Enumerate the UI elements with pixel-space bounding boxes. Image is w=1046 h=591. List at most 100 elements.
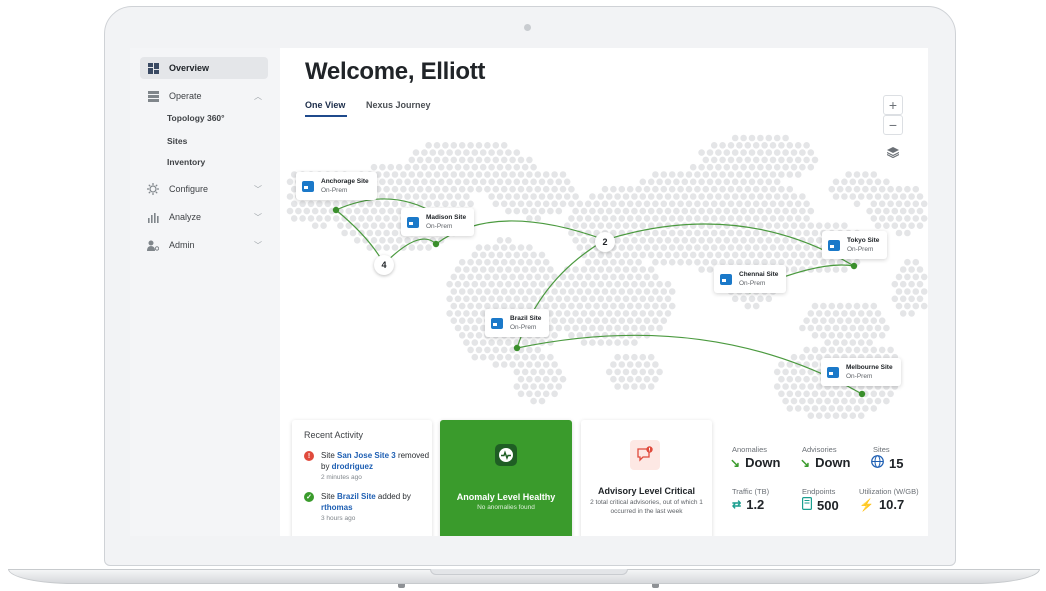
activity-site-link[interactable]: Brazil Site <box>337 492 376 501</box>
map-dot <box>694 171 701 178</box>
zoom-in-button[interactable]: + <box>883 95 903 115</box>
map-dot <box>320 222 327 229</box>
map-dot <box>601 200 609 208</box>
map-dot <box>379 178 386 186</box>
map-dot <box>778 156 785 164</box>
map-dot <box>702 258 710 266</box>
map-dot <box>870 390 878 398</box>
map-dot <box>614 266 621 273</box>
map-dot <box>509 200 516 208</box>
map-dot <box>790 383 798 390</box>
map-dot <box>505 251 512 259</box>
map-dot <box>631 266 638 273</box>
map-dot <box>517 390 525 398</box>
stat-anomalies[interactable]: ↘ Down <box>730 455 780 470</box>
map-dot <box>794 215 802 222</box>
map-dot <box>752 302 760 310</box>
map-dot <box>505 193 512 200</box>
sidebar-item-analyze[interactable]: Analyze ﹀ <box>140 206 268 228</box>
map-dot <box>614 280 621 288</box>
chevron-down-icon[interactable]: ﹀ <box>254 184 262 195</box>
site-card-madison[interactable]: Madison Site On-Prem <box>401 208 475 236</box>
map-dot <box>647 383 655 390</box>
chevron-up-icon[interactable]: ︿ <box>254 91 262 102</box>
map-dot <box>576 215 584 222</box>
site-type: On-Prem <box>846 373 873 380</box>
site-cluster-count[interactable]: 4 <box>374 255 394 275</box>
map-dot <box>794 229 802 237</box>
map-dot <box>534 375 542 383</box>
map-dot <box>811 390 819 398</box>
sidebar-item-operate[interactable]: Operate ︿ <box>140 85 268 107</box>
tab-nexus-journey[interactable]: Nexus Journey <box>366 100 431 110</box>
map-dot <box>832 324 840 332</box>
map-dot <box>530 397 537 405</box>
map-dot <box>857 412 865 420</box>
map-dot <box>618 273 626 281</box>
map-dot <box>500 273 508 281</box>
map-dot <box>836 346 844 354</box>
map-dot <box>698 207 705 215</box>
tab-one-view[interactable]: One View <box>305 100 345 110</box>
map-dot <box>681 207 689 215</box>
map-dot <box>832 310 840 317</box>
map-dot <box>589 207 596 215</box>
map-dot <box>778 390 785 398</box>
map-dot <box>899 266 907 273</box>
map-dot <box>601 273 609 281</box>
map-dot <box>752 142 760 149</box>
map-dot <box>496 266 504 273</box>
sidebar-item-admin[interactable]: Admin ﹀ <box>140 234 268 256</box>
map-dot <box>463 163 470 171</box>
map-dot <box>513 251 521 259</box>
map-dot <box>521 295 529 303</box>
map-dot <box>887 200 894 208</box>
map-dot <box>786 258 794 266</box>
site-card-anchorage[interactable]: Anchorage Site On-Prem <box>296 172 377 200</box>
activity-user-link[interactable]: drodriguez <box>332 462 373 471</box>
map-dot <box>450 185 458 193</box>
sidebar-item-overview[interactable]: Overview <box>140 57 268 79</box>
map-dot <box>433 171 441 178</box>
stat-sites[interactable]: 15 <box>871 455 903 471</box>
anomaly-level-card[interactable]: Anomaly Level Healthy No anomalies found <box>440 420 572 536</box>
site-name: Brazil Site <box>510 315 542 322</box>
map-dot <box>467 346 474 354</box>
stat-traffic[interactable]: ⇄ 1.2 <box>732 497 764 512</box>
map-dot <box>521 207 529 215</box>
map-dot <box>660 317 668 325</box>
chevron-down-icon[interactable]: ﹀ <box>254 240 262 251</box>
map-dot <box>597 193 605 200</box>
site-cluster-count[interactable]: 2 <box>595 232 615 252</box>
map-dot <box>731 251 739 259</box>
map-dot <box>614 310 621 317</box>
activity-site-link[interactable]: San Jose Site 3 <box>337 451 396 460</box>
advisory-level-card[interactable]: Advisory Level Critical 2 total critical… <box>581 420 712 536</box>
site-card-chennai[interactable]: Chennai Site On-Prem <box>714 265 787 293</box>
sidebar-subitem-topology[interactable]: Topology 360° <box>167 113 225 123</box>
zoom-out-button[interactable]: − <box>883 115 903 135</box>
site-card-melbourne[interactable]: Melbourne Site On-Prem <box>821 358 901 386</box>
map-dot <box>761 142 768 149</box>
chevron-down-icon[interactable]: ﹀ <box>254 212 262 223</box>
map-dot <box>828 332 836 339</box>
map-dot <box>500 258 508 266</box>
sidebar-subitem-inventory[interactable]: Inventory <box>167 157 205 167</box>
map-dot <box>731 134 739 142</box>
site-card-tokyo[interactable]: Tokyo Site On-Prem <box>822 231 888 259</box>
site-card-brazil[interactable]: Brazil Site On-Prem <box>485 309 550 337</box>
activity-time: 2 minutes ago <box>321 474 362 481</box>
sidebar-item-configure[interactable]: Configure ﹀ <box>140 178 268 200</box>
map-dot <box>765 193 773 200</box>
map-dot <box>828 346 836 354</box>
map-dot <box>773 222 781 229</box>
layers-button[interactable] <box>883 142 903 162</box>
map-dot <box>559 375 567 383</box>
map-dot <box>891 222 899 229</box>
stat-endpoints[interactable]: 500 <box>802 497 839 513</box>
stat-utilization[interactable]: ⚡ 10.7 <box>859 497 904 512</box>
map-dot <box>589 251 596 259</box>
stat-advisories[interactable]: ↘ Down <box>800 455 850 470</box>
activity-user-link[interactable]: rthomas <box>321 503 353 512</box>
sidebar-subitem-sites[interactable]: Sites <box>167 136 187 146</box>
